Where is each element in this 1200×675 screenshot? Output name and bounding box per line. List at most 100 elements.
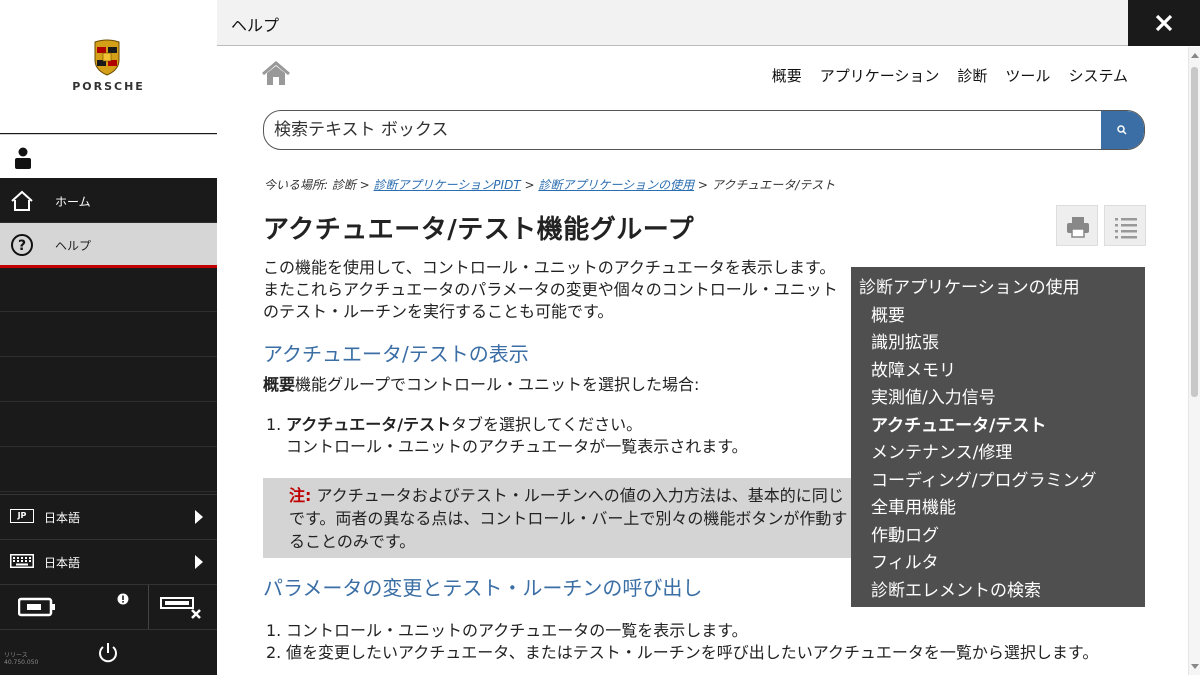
list-item: 2. 値を変更したいアクチュエータ、またはテスト・ルーチンを呼び出したいアクチュエ… (266, 642, 1138, 664)
help-window-header: ヘルプ (217, 0, 1200, 46)
step-number: 2. (266, 643, 282, 662)
toc-item-vehicle-functions[interactable]: 全車用機能 (859, 495, 1137, 523)
porsche-crest-icon (94, 39, 120, 76)
steps-list-1: 1. アクチュエータ/テストタブを選択してください。 コントロール・ユニットのアク… (266, 414, 748, 458)
toc-heading[interactable]: 診断アプリケーションの使用 (859, 275, 1137, 303)
step-text: コントロール・ユニットのアクチュエータの一覧を表示します。 (286, 621, 748, 640)
release-label: リリース (4, 652, 28, 659)
step-subtext: コントロール・ユニットのアクチュエータが一覧表示されます。 (286, 437, 748, 456)
status-bar (0, 584, 217, 630)
scroll-down-icon[interactable] (1191, 664, 1199, 669)
power-icon[interactable] (97, 642, 119, 664)
sidebar-empty-slot (0, 313, 217, 357)
intro-text: この機能を使用して、コントロール・ユニットのアクチュエータを表示します。またこれ… (263, 258, 838, 321)
steps-list-2: 1. コントロール・ユニットのアクチュエータの一覧を表示します。 2. 値を変更した… (266, 620, 1138, 664)
jp-flag-icon: JP (10, 509, 34, 523)
note-text: アクチュータおよびテスト・ルーチンへの値の入力方法は、基本的に同じです。両者の異… (289, 486, 848, 551)
list-icon (1115, 218, 1137, 239)
page-title: アクチュエータ/テスト機能グループ (263, 215, 695, 245)
breadcrumb-separator: > (520, 178, 539, 192)
scroll-up-icon[interactable] (1191, 53, 1199, 58)
release-info: リリース 40.750.050 (4, 652, 38, 666)
print-icon (1067, 217, 1089, 238)
toc-item-identification[interactable]: 識別拡張 (859, 330, 1137, 358)
topnav-diagnostics[interactable]: 診断 (957, 65, 987, 86)
step-bold: アクチュエータ/テスト (286, 415, 452, 434)
topnav-overview[interactable]: 概要 (772, 65, 802, 86)
sidebar-empty-slot (0, 448, 217, 492)
ui-language-selector[interactable]: JP 日本語 (0, 494, 217, 538)
sidebar-empty-slot (0, 268, 217, 312)
sidebar-empty-slot (0, 403, 217, 447)
svg-text:?: ? (18, 238, 26, 254)
breadcrumb: 今いる場所: 診断 > 診断アプリケーションPIDT > 診断アプリケーションの… (264, 176, 835, 193)
toc-item-search[interactable]: 診断エレメントの検索 (859, 578, 1137, 606)
keyboard-icon (10, 554, 34, 568)
toc-item-maintenance[interactable]: メンテナンス/修理 (859, 440, 1137, 468)
breadcrumb-current: > アクチュエータ/テスト (694, 178, 836, 192)
step-text: 値を変更したいアクチュエータ、またはテスト・ルーチンを呼び出したいアクチュエータ… (286, 643, 1099, 662)
release-version: 40.750.050 (4, 659, 39, 666)
home-icon (11, 190, 33, 211)
topnav-system[interactable]: システム (1068, 65, 1128, 86)
lead-rest: 機能グループでコントロール・ユニットを選択した場合: (295, 375, 700, 394)
section-heading-parameters: パラメータの変更とテスト・ルーチンの呼び出し (263, 576, 703, 600)
battery-icon[interactable] (18, 597, 56, 617)
help-top-nav: 概要 アプリケーション 診断 ツール システム (772, 65, 1128, 86)
search-box (263, 110, 1145, 150)
vci-disconnected-icon[interactable] (160, 596, 204, 620)
note-label: 注: (289, 486, 312, 505)
logo-area: PORSCHE (0, 0, 217, 133)
close-button[interactable] (1128, 0, 1200, 46)
help-icon: ? (11, 234, 33, 256)
user-profile-button[interactable] (0, 134, 217, 178)
sidebar-item-label: ホーム (55, 195, 91, 209)
ui-language-label: 日本語 (44, 511, 81, 525)
window-title: ヘルプ (231, 16, 280, 35)
breadcrumb-link-usage[interactable]: 診断アプリケーションの使用 (538, 178, 694, 192)
breadcrumb-prefix: 今いる場所: 診断 > (264, 178, 374, 192)
topnav-applications[interactable]: アプリケーション (820, 65, 940, 86)
toc-item-actuators[interactable]: アクチュエータ/テスト (859, 413, 1137, 441)
keyboard-language-selector[interactable]: 日本語 (0, 539, 217, 583)
sidebar-empty-slot (0, 358, 217, 402)
sidebar-item-label: ヘルプ (55, 239, 92, 253)
toc-item-coding[interactable]: コーディング/プログラミング (859, 468, 1137, 496)
toc-item-overview[interactable]: 概要 (859, 303, 1137, 331)
chevron-right-icon (195, 510, 203, 524)
step-text: タブを選択してください。 (451, 415, 643, 434)
breadcrumb-link-pidt[interactable]: 診断アプリケーションPIDT (374, 178, 521, 192)
chevron-right-icon (195, 555, 203, 569)
alert-icon[interactable] (117, 593, 129, 605)
toc-item-filter[interactable]: フィルタ (859, 550, 1137, 578)
toc-item-log[interactable]: 作動ログ (859, 523, 1137, 551)
note-box: 注: アクチュータおよびテスト・ルーチンへの値の入力方法は、基本的に同じです。両… (263, 478, 853, 558)
section-heading-display: アクチュエータ/テストの表示 (263, 342, 529, 366)
keyboard-language-label: 日本語 (44, 556, 81, 570)
list-item: 1. コントロール・ユニットのアクチュエータの一覧を表示します。 (266, 620, 1138, 642)
lead-bold: 概要 (263, 375, 296, 394)
sidebar-item-home[interactable]: ホーム (0, 179, 217, 223)
list-item: 1. アクチュエータ/テストタブを選択してください。 (266, 414, 748, 436)
vertical-scrollbar[interactable] (1188, 47, 1200, 675)
step-number: 1. (266, 415, 282, 434)
help-content: 概要 アプリケーション 診断 ツール システム 今いる場所: 診断 > 診断アプ… (218, 47, 1188, 675)
help-home-icon[interactable] (262, 61, 290, 87)
sidebar: PORSCHE ホーム ? ヘルプ JP 日本語 日本語 リリース 40.750… (0, 0, 217, 675)
search-button[interactable] (1101, 111, 1144, 149)
user-icon (15, 147, 31, 169)
toc-item-actual-values[interactable]: 実測値/入力信号 (859, 385, 1137, 413)
table-of-contents: 診断アプリケーションの使用 概要 識別拡張 故障メモリ 実測値/入力信号 アクチ… (851, 267, 1145, 607)
topnav-tools[interactable]: ツール (1005, 65, 1050, 86)
step-number: 1. (266, 621, 282, 640)
divider (148, 585, 149, 630)
scrollbar-thumb[interactable] (1191, 67, 1198, 397)
section-lead: 概要機能グループでコントロール・ユニットを選択した場合: (263, 371, 699, 395)
print-button[interactable] (1056, 205, 1098, 246)
page-tools (1056, 205, 1146, 246)
brand-wordmark: PORSCHE (72, 80, 145, 93)
toc-item-fault-memory[interactable]: 故障メモリ (859, 358, 1137, 386)
search-input[interactable] (274, 117, 1094, 143)
sidebar-item-help[interactable]: ? ヘルプ (0, 223, 217, 268)
toc-toggle-button[interactable] (1104, 205, 1146, 246)
